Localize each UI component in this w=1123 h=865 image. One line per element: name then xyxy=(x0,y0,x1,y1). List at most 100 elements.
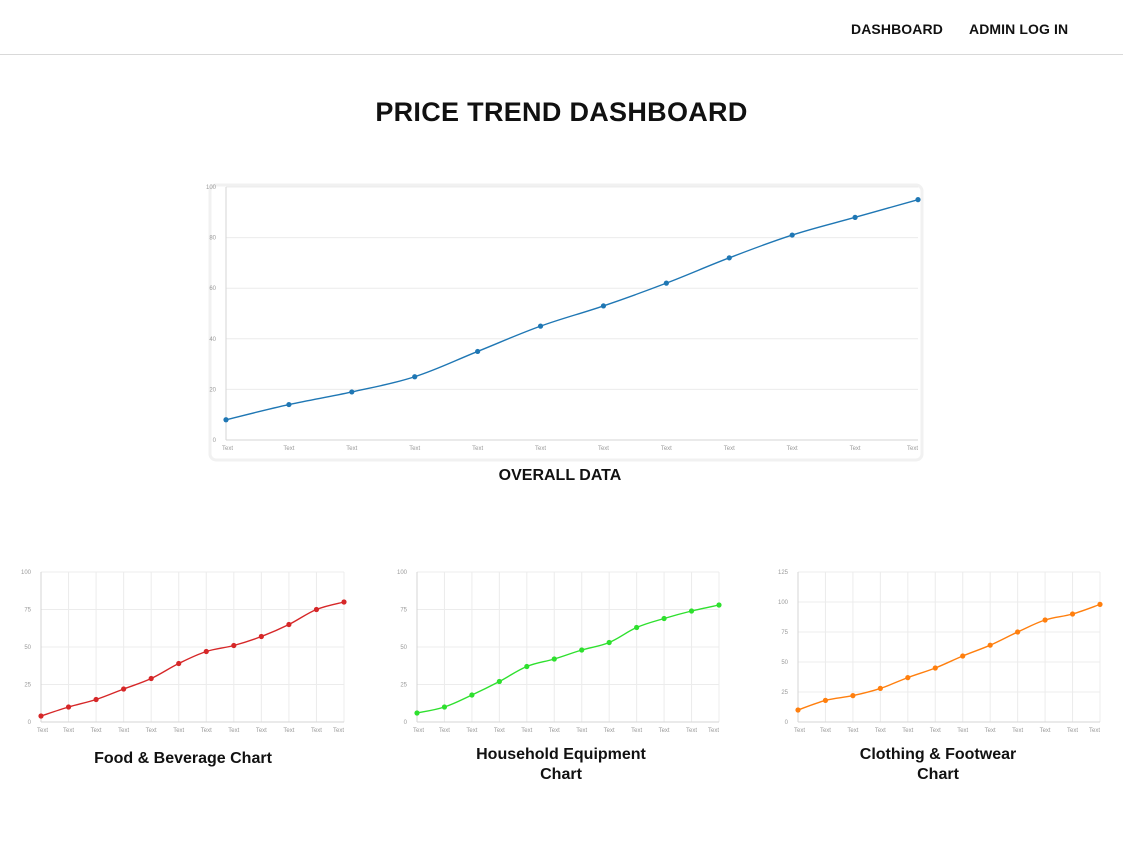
household-x-tick-label: Text xyxy=(466,728,477,734)
clothing-data-point xyxy=(905,675,911,681)
food-chart-group: 0 25 50 75 100 Text Text Text Text Text Text Text Te… xyxy=(21,570,347,734)
household-x-tick-label: Text xyxy=(686,728,697,734)
clothing-y-tick-label: 100 xyxy=(778,600,789,606)
household-data-point xyxy=(414,710,420,716)
food-y-tick-label: 75 xyxy=(24,608,31,614)
food-beverage-caption: Food & Beverage Chart xyxy=(94,750,272,767)
household-x-tick-label: Text xyxy=(576,728,587,734)
overall-x-tick-label: Text xyxy=(472,446,483,452)
food-y-tick-label: 25 xyxy=(24,683,31,689)
food-data-point xyxy=(203,648,209,655)
food-data-point xyxy=(93,696,99,703)
food-data-point xyxy=(121,686,127,692)
overall-data-point xyxy=(852,214,858,220)
food-x-tick-label: Text xyxy=(63,728,74,734)
nav-dashboard-link[interactable]: DASHBOARD xyxy=(851,21,943,37)
overall-data-point xyxy=(223,417,229,423)
clothing-data-point xyxy=(987,642,993,648)
clothing-data-point xyxy=(932,665,938,671)
top-nav-bar: DASHBOARD ADMIN LOG IN xyxy=(0,0,1123,55)
household-series-line xyxy=(416,604,720,714)
food-data-point xyxy=(286,621,292,628)
overall-x-tick-label: Text xyxy=(346,446,357,452)
page-title: PRICE TREND DASHBOARD xyxy=(375,97,748,127)
overall-data-point xyxy=(789,232,795,238)
clothing-series-line xyxy=(797,603,1101,711)
household-y-tick-label: 50 xyxy=(400,645,407,651)
overall-data-point xyxy=(475,348,481,355)
overall-data-point xyxy=(286,401,292,408)
clothing-x-tick-label: Text xyxy=(1067,728,1078,734)
clothing-x-tick-label: Text xyxy=(930,728,941,734)
overall-y-tick-label: 40 xyxy=(209,337,216,343)
food-x-tick-label: Text xyxy=(333,728,344,734)
household-x-tick-label: Text xyxy=(549,728,560,734)
household-data-point xyxy=(551,656,557,662)
clothing-data-point xyxy=(1015,629,1021,635)
overall-chart-frame xyxy=(208,183,924,462)
clothing-x-tick-label: Text xyxy=(1089,728,1100,734)
household-data-point xyxy=(469,692,475,698)
clothing-x-tick-label: Text xyxy=(794,728,805,734)
clothing-data-point xyxy=(1069,611,1076,617)
overall-chart-caption: OVERALL DATA xyxy=(498,467,622,484)
clothing-data-point xyxy=(1042,617,1048,623)
household-y-tick-label: 25 xyxy=(400,683,407,689)
household-chart-group: 0 25 50 75 100 Text Text Text Text Text Text Text Te… xyxy=(397,570,722,734)
household-equipment-caption: Household Equipment Chart xyxy=(476,746,646,783)
food-x-tick-label: Text xyxy=(256,728,267,734)
food-x-tick-label: Text xyxy=(283,728,294,734)
overall-series-line xyxy=(225,198,919,421)
food-data-point xyxy=(38,713,44,719)
household-x-tick-label: Text xyxy=(604,728,615,734)
overall-x-tick-label: Text xyxy=(283,446,294,452)
clothing-chart-group: 0 25 50 75 100 125 Text Text Text Text Text Text Tex… xyxy=(778,570,1103,734)
clothing-footwear-chart: 0 25 50 75 100 125 Text Text Text Text Text Text Tex… xyxy=(778,570,1103,734)
household-data-point xyxy=(496,678,502,685)
food-x-tick-label: Text xyxy=(146,728,157,734)
food-y-tick-label: 0 xyxy=(28,720,32,726)
overall-x-tick-label: Text xyxy=(535,446,546,452)
food-data-point xyxy=(313,606,320,613)
food-y-tick-label: 50 xyxy=(24,645,31,651)
food-x-tick-label: Text xyxy=(228,728,239,734)
food-y-tick-label: 100 xyxy=(21,570,32,576)
household-data-point xyxy=(634,624,640,631)
overall-y-tick-label: 60 xyxy=(209,286,216,292)
food-data-point xyxy=(341,599,347,605)
clothing-x-tick-label: Text xyxy=(875,728,886,734)
food-x-tick-label: Text xyxy=(173,728,184,734)
clothing-data-point xyxy=(850,693,856,699)
household-equipment-chart: 0 25 50 75 100 Text Text Text Text Text Text Text Te… xyxy=(397,570,722,734)
clothing-data-point xyxy=(877,685,883,691)
household-x-tick-label: Text xyxy=(413,728,424,734)
clothing-x-tick-label: Text xyxy=(985,728,996,734)
overall-chart: 0 20 40 60 80 100 Text Text Text Text Text Text Text… xyxy=(206,183,924,462)
clothing-footwear-caption: Clothing & Footwear Chart xyxy=(859,746,1017,783)
household-x-tick-label: Text xyxy=(494,728,505,734)
food-x-tick-label: Text xyxy=(201,728,212,734)
clothing-x-tick-label: Text xyxy=(820,728,831,734)
overall-x-tick-label: Text xyxy=(409,446,420,452)
clothing-data-point xyxy=(960,653,966,659)
overall-y-tick-label: 0 xyxy=(213,438,217,444)
household-data-point xyxy=(524,663,530,670)
nav-admin-login-link[interactable]: ADMIN LOG IN xyxy=(969,21,1068,37)
household-x-tick-label: Text xyxy=(708,728,719,734)
household-x-tick-label: Text xyxy=(439,728,450,734)
food-x-tick-label: Text xyxy=(311,728,322,734)
overall-data-point xyxy=(349,389,355,395)
household-data-point xyxy=(661,615,667,622)
clothing-y-tick-label: 25 xyxy=(781,690,788,696)
clothing-x-tick-label: Text xyxy=(847,728,858,734)
food-data-point xyxy=(148,675,154,682)
food-series-line xyxy=(40,601,345,717)
food-data-point xyxy=(176,660,182,667)
food-data-point xyxy=(65,704,72,710)
overall-x-tick-label: Text xyxy=(907,446,918,452)
clothing-data-point xyxy=(1097,601,1103,607)
overall-x-tick-label: Text xyxy=(850,446,861,452)
overall-data-point xyxy=(663,280,669,286)
household-x-tick-label: Text xyxy=(521,728,532,734)
food-x-tick-label: Text xyxy=(118,728,129,734)
